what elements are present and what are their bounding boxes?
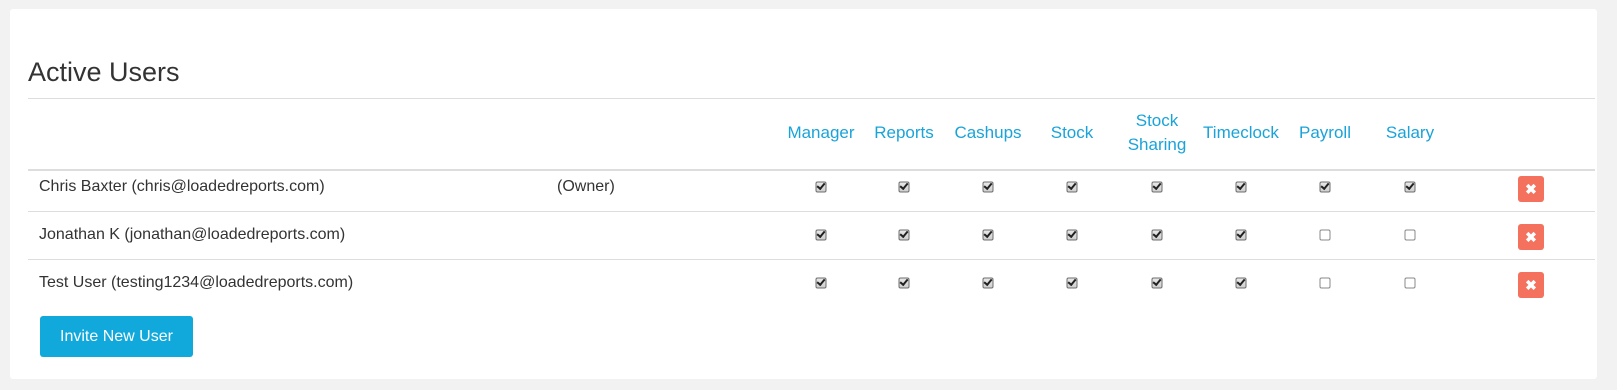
column-header-cashups: Cashups <box>954 123 1022 142</box>
permission-checkbox-payroll[interactable] <box>1319 277 1331 289</box>
row-divider <box>28 259 1595 260</box>
permission-checkbox-timeclock[interactable] <box>1235 181 1247 193</box>
column-header-manager: Manager <box>787 123 855 142</box>
column-header-reports: Reports <box>874 123 934 142</box>
user-name: Jonathan K (jonathan@loadedreports.com) <box>39 226 346 243</box>
permission-checkbox-salary[interactable] <box>1404 181 1416 193</box>
permission-checkbox-salary[interactable] <box>1404 229 1416 241</box>
close-icon: ✖ <box>1525 276 1537 293</box>
header-divider <box>28 169 1595 171</box>
user-name: Test User (testing1234@loadedreports.com… <box>39 274 354 291</box>
permission-checkbox-timeclock[interactable] <box>1235 277 1247 289</box>
remove-user-button[interactable]: ✖ <box>1518 272 1544 298</box>
permission-checkbox-stock[interactable] <box>1066 229 1078 241</box>
column-header-stock-sharing: Stock Sharing <box>1127 111 1187 154</box>
close-icon: ✖ <box>1525 180 1537 197</box>
active-users-panel: Active Users Manager Reports Cashups Stock S… <box>10 9 1597 379</box>
column-header-timeclock: Timeclock <box>1203 123 1279 142</box>
permission-checkbox-manager[interactable] <box>815 181 827 193</box>
remove-user-button[interactable]: ✖ <box>1518 224 1544 250</box>
permission-checkbox-reports[interactable] <box>898 181 910 193</box>
row-divider <box>28 211 1595 212</box>
user-name: Chris Baxter (chris@loadedreports.com) <box>39 178 325 195</box>
close-icon: ✖ <box>1525 228 1537 245</box>
permission-checkbox-manager[interactable] <box>815 277 827 289</box>
permission-checkbox-cashups[interactable] <box>982 277 994 289</box>
permission-checkbox-salary[interactable] <box>1404 277 1416 289</box>
permission-checkbox-payroll[interactable] <box>1319 181 1331 193</box>
permission-checkbox-manager[interactable] <box>815 229 827 241</box>
permission-checkbox-stock-sharing[interactable] <box>1151 181 1163 193</box>
column-header-payroll: Payroll <box>1299 123 1351 142</box>
column-header-stock: Stock <box>1050 123 1094 142</box>
page-title: Active Users <box>28 57 180 87</box>
permission-checkbox-payroll[interactable] <box>1319 229 1331 241</box>
permission-checkbox-cashups[interactable] <box>982 229 994 241</box>
permission-checkbox-timeclock[interactable] <box>1235 229 1247 241</box>
permission-checkbox-reports[interactable] <box>898 277 910 289</box>
permission-checkbox-stock-sharing[interactable] <box>1151 277 1163 289</box>
title-divider <box>28 98 1595 99</box>
owner-badge: (Owner) <box>557 178 615 195</box>
remove-user-button[interactable]: ✖ <box>1518 176 1544 202</box>
permission-checkbox-cashups[interactable] <box>982 181 994 193</box>
invite-new-user-button[interactable]: Invite New User <box>40 316 193 357</box>
permission-checkbox-stock[interactable] <box>1066 277 1078 289</box>
permission-checkbox-reports[interactable] <box>898 229 910 241</box>
permission-checkbox-stock-sharing[interactable] <box>1151 229 1163 241</box>
permission-checkbox-stock[interactable] <box>1066 181 1078 193</box>
column-header-salary: Salary <box>1385 123 1435 142</box>
